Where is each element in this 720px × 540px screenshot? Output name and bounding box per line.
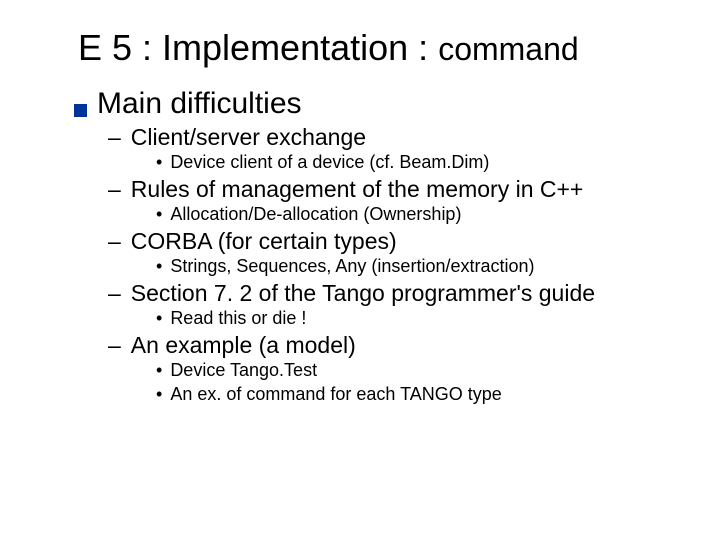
bullet-level2: – Section 7. 2 of the Tango programmer's… bbox=[108, 280, 680, 306]
dash-icon: – bbox=[108, 176, 121, 202]
title-main: E 5 : Implementation : bbox=[78, 27, 438, 68]
l2-text: Rules of management of the memory in C++ bbox=[131, 176, 584, 202]
l3-text: Device Tango.Test bbox=[170, 360, 317, 382]
l1-text: Main difficulties bbox=[97, 86, 302, 122]
slide-title: E 5 : Implementation : command bbox=[78, 28, 680, 68]
bullet-level3: • An ex. of command for each TANGO type bbox=[156, 384, 680, 406]
l3-text: An ex. of command for each TANGO type bbox=[170, 384, 501, 406]
l3-text: Read this or die ! bbox=[170, 308, 306, 330]
l3-text: Allocation/De-allocation (Ownership) bbox=[170, 204, 461, 226]
l2-text: Section 7. 2 of the Tango programmer's g… bbox=[131, 280, 595, 306]
bullet-level3: • Device client of a device (cf. Beam.Di… bbox=[156, 152, 680, 174]
bullet-level2: – Client/server exchange bbox=[108, 124, 680, 150]
dash-icon: – bbox=[108, 280, 121, 306]
bullet-level2: – Rules of management of the memory in C… bbox=[108, 176, 680, 202]
dot-icon: • bbox=[156, 308, 162, 330]
dash-icon: – bbox=[108, 332, 121, 358]
bullet-level2: – An example (a model) bbox=[108, 332, 680, 358]
l2-text: Client/server exchange bbox=[131, 124, 366, 150]
title-tail: command bbox=[438, 31, 579, 67]
bullet-level1: Main difficulties bbox=[74, 86, 680, 122]
square-bullet-icon bbox=[74, 104, 87, 117]
l3-text: Device client of a device (cf. Beam.Dim) bbox=[170, 152, 489, 174]
bullet-level3: • Strings, Sequences, Any (insertion/ext… bbox=[156, 256, 680, 278]
bullet-level3: • Allocation/De-allocation (Ownership) bbox=[156, 204, 680, 226]
l2-text: An example (a model) bbox=[131, 332, 356, 358]
l3-text: Strings, Sequences, Any (insertion/extra… bbox=[170, 256, 534, 278]
dot-icon: • bbox=[156, 204, 162, 226]
dot-icon: • bbox=[156, 384, 162, 406]
bullet-level3: • Read this or die ! bbox=[156, 308, 680, 330]
dot-icon: • bbox=[156, 360, 162, 382]
l2-text: CORBA (for certain types) bbox=[131, 228, 397, 254]
dot-icon: • bbox=[156, 256, 162, 278]
slide: E 5 : Implementation : command Main diff… bbox=[0, 0, 720, 540]
bullet-level2: – CORBA (for certain types) bbox=[108, 228, 680, 254]
dash-icon: – bbox=[108, 228, 121, 254]
bullet-level3: • Device Tango.Test bbox=[156, 360, 680, 382]
dash-icon: – bbox=[108, 124, 121, 150]
dot-icon: • bbox=[156, 152, 162, 174]
